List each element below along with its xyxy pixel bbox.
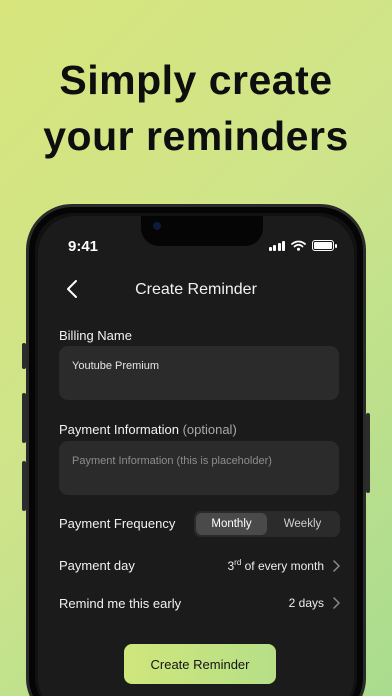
- payment-frequency-label: Payment Frequency: [59, 516, 176, 531]
- payment-info-label-text: Payment Information: [59, 422, 179, 437]
- remind-early-label: Remind me this early: [59, 596, 182, 611]
- payment-day-text: 3rd of every month: [227, 558, 324, 573]
- payment-day-value[interactable]: 3rd of every month: [227, 558, 340, 573]
- headline-line-2: your reminders: [43, 113, 349, 159]
- power-button: [366, 413, 370, 493]
- notch: [141, 216, 263, 246]
- payment-info-label: Payment Information (optional): [59, 422, 237, 437]
- mute-switch: [22, 343, 26, 369]
- headline-line-1: Simply create: [59, 57, 333, 103]
- frequency-segmented-control: Monthly Weekly: [194, 511, 340, 537]
- remind-early-value[interactable]: 2 days: [289, 596, 340, 610]
- payment-day-label: Payment day: [59, 558, 135, 573]
- chevron-right-icon: [333, 597, 340, 609]
- billing-name-label: Billing Name: [59, 328, 132, 343]
- signal-icon: [268, 240, 285, 251]
- status-time: 9:41: [68, 238, 99, 255]
- create-reminder-button[interactable]: Create Reminder: [124, 644, 276, 684]
- volume-down-button: [22, 461, 26, 511]
- remind-early-text: 2 days: [288, 596, 324, 610]
- headline: Simply create your reminders: [0, 52, 392, 164]
- frequency-option-weekly[interactable]: Weekly: [267, 513, 338, 535]
- wifi-icon: [291, 240, 306, 251]
- phone-frame: 9:41 Create Reminder Billing Name Youtub…: [22, 204, 370, 696]
- app-screen: 9:41 Create Reminder Billing Name Youtub…: [38, 216, 354, 696]
- optional-tag: (optional): [182, 422, 237, 437]
- battery-icon: [312, 240, 337, 251]
- billing-name-field[interactable]: Youtube Premium: [59, 346, 339, 400]
- status-icons: [268, 240, 337, 251]
- chevron-right-icon: [333, 559, 340, 572]
- frequency-option-monthly[interactable]: Monthly: [196, 513, 267, 535]
- page-title: Create Reminder: [135, 281, 257, 298]
- payment-info-field[interactable]: Payment Information (this is placeholder…: [59, 441, 339, 495]
- camera-dot: [153, 222, 161, 230]
- volume-up-button: [22, 393, 26, 443]
